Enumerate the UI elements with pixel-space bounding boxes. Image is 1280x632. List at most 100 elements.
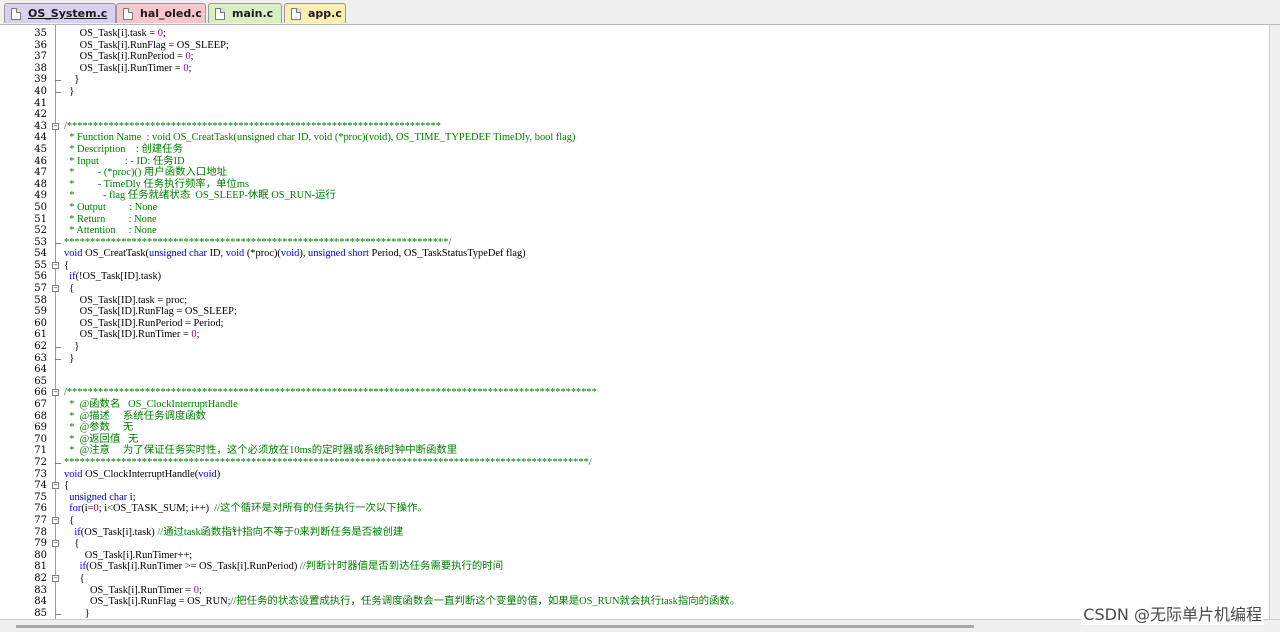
keyword: for	[69, 503, 82, 515]
code-lines[interactable]: 35 OS_Task[i].task = 0; 36 OS_Task[i].Run…	[0, 28, 1270, 619]
code-line[interactable]: 85 }	[0, 608, 1270, 619]
code-line[interactable]: 53 **************************************…	[0, 237, 1270, 249]
comment: * Return : None	[64, 213, 157, 225]
code-line[interactable]: 68 * @描述 系统任务调度函数	[0, 411, 1270, 423]
code-line[interactable]: 67 * @函数名 OS_ClockInterruptHandle	[0, 399, 1270, 411]
code-token: i;	[127, 491, 136, 503]
code-line[interactable]: 61 OS_Task[ID].RunTimer = 0;	[0, 329, 1270, 341]
code-token: OS_Task[i].RunPeriod =	[64, 51, 186, 63]
vertical-scrollbar[interactable]	[1269, 25, 1280, 619]
keyword: void	[280, 248, 300, 260]
code-line[interactable]: 65	[0, 376, 1270, 388]
code-token: )	[216, 468, 221, 480]
keyword: void	[225, 248, 245, 260]
keyword: void	[198, 468, 217, 480]
code-line[interactable]: 78 if(OS_Task[i].task) //通过task函数指针指向不等于…	[0, 527, 1270, 539]
code-line[interactable]: 81 if(OS_Task[i].RunTimer >= OS_Task[i].…	[0, 561, 1270, 573]
fold-end-icon	[55, 91, 61, 93]
tab-hal-oled-c[interactable]: hal_oled.c	[116, 3, 206, 23]
code-line[interactable]: 80 OS_Task[i].RunTimer++;	[0, 550, 1270, 562]
c-file-icon	[291, 7, 301, 20]
code-line[interactable]: 76 for(i=0; i<OS_TASK_SUM; i++) //这个循环是对…	[0, 503, 1270, 515]
tab-main-c[interactable]: main.c	[208, 3, 282, 23]
line-number: 46	[34, 155, 47, 167]
code-text: }	[64, 341, 79, 353]
comment: * @注意 为了保证任务实时性，这个必须放在10ms的定时器或系统时钟中断函数里	[64, 445, 458, 457]
code-text: * - TimeDly 任务执行频率，单位ms	[64, 179, 249, 191]
line-number: 84	[34, 596, 47, 608]
code-line[interactable]: 37 OS_Task[i].RunPeriod = 0;	[0, 51, 1270, 63]
code-token: OS_Task[ID].task = proc;	[64, 294, 188, 306]
fold-collapse-icon[interactable]: −	[52, 261, 59, 269]
code-line[interactable]: 77− {	[0, 515, 1270, 527]
comment: /***************************************…	[64, 387, 597, 399]
comment: * Function Name : void OS_CreatTask(unsi…	[64, 132, 576, 144]
code-line[interactable]: 73 void OS_ClockInterruptHandle(void)	[0, 469, 1270, 481]
fold-collapse-icon[interactable]: −	[52, 389, 59, 397]
code-line[interactable]: 62 }	[0, 341, 1270, 353]
code-text: {	[64, 480, 69, 492]
fold-collapse-icon[interactable]: −	[52, 285, 59, 293]
code-text: OS_Task[ID].RunTimer = 0;	[64, 329, 200, 341]
fold-end-icon	[55, 613, 61, 615]
code-line[interactable]: 69 * @参数 无	[0, 422, 1270, 434]
code-line[interactable]: 49 * - flag 任务就绪状态 OS_SLEEP-休眠 OS_RUN-运行	[0, 190, 1270, 202]
code-line[interactable]: 44 * Function Name : void OS_CreatTask(u…	[0, 132, 1270, 144]
code-line[interactable]: 45 * Description : 创建任务	[0, 144, 1270, 156]
code-line[interactable]: 57− {	[0, 283, 1270, 295]
code-line[interactable]: 36 OS_Task[i].RunFlag = OS_SLEEP;	[0, 40, 1270, 52]
code-line[interactable]: 58 OS_Task[ID].task = proc;	[0, 295, 1270, 307]
code-line[interactable]: 41	[0, 98, 1270, 110]
tab-app-c[interactable]: app.c	[284, 3, 346, 23]
line-number: 61	[34, 329, 47, 341]
code-text: {	[64, 573, 85, 585]
fold-collapse-icon[interactable]: −	[52, 482, 59, 490]
code-line[interactable]: 48 * - TimeDly 任务执行频率，单位ms	[0, 179, 1270, 191]
code-line[interactable]: 42	[0, 109, 1270, 121]
code-line[interactable]: 70 * @返回值 无	[0, 434, 1270, 446]
fold-collapse-icon[interactable]: −	[52, 574, 59, 582]
code-token: OS_Task[i].RunTimer =	[64, 584, 194, 596]
code-line[interactable]: 39 }	[0, 74, 1270, 86]
code-line[interactable]: 64	[0, 364, 1270, 376]
code-token: }	[64, 352, 75, 364]
code-text: {	[64, 538, 79, 550]
code-line[interactable]: 50 * Output : None	[0, 202, 1270, 214]
code-line[interactable]: 35 OS_Task[i].task = 0;	[0, 28, 1270, 40]
code-line[interactable]: 51 * Return : None	[0, 214, 1270, 226]
code-line[interactable]: 38 OS_Task[i].RunTimer = 0;	[0, 63, 1270, 75]
code-line[interactable]: 71 * @注意 为了保证任务实时性，这个必须放在10ms的定时器或系统时钟中断…	[0, 445, 1270, 457]
comment: * - flag 任务就绪状态 OS_SLEEP-休眠 OS_RUN-运行	[64, 190, 336, 202]
line-number: 64	[34, 364, 47, 376]
horizontal-scroll-thumb[interactable]	[16, 625, 974, 628]
code-text: /***************************************…	[64, 121, 441, 133]
code-line[interactable]: 60 OS_Task[ID].RunPeriod = Period;	[0, 318, 1270, 330]
code-line[interactable]: 74−{	[0, 480, 1270, 492]
code-line[interactable]: 54 void OS_CreatTask(unsigned char ID, vo…	[0, 248, 1270, 260]
code-line[interactable]: 47 * - (*proc)() 用户函数入口地址	[0, 167, 1270, 179]
code-line[interactable]: 43−/************************************…	[0, 121, 1270, 133]
tab-os-system-c[interactable]: OS_System.c	[4, 3, 116, 23]
code-line[interactable]: 84 OS_Task[i].RunFlag = OS_RUN;//把任务的状态设…	[0, 596, 1270, 608]
code-line[interactable]: 46 * Input : - ID: 任务ID	[0, 156, 1270, 168]
code-line[interactable]: 55−{	[0, 260, 1270, 272]
fold-collapse-icon[interactable]: −	[52, 122, 59, 130]
code-line[interactable]: 56 if(!OS_Task[ID].task)	[0, 271, 1270, 283]
code-line[interactable]: 83 OS_Task[i].RunTimer = 0;	[0, 585, 1270, 597]
code-line[interactable]: 59 OS_Task[ID].RunFlag = OS_SLEEP;	[0, 306, 1270, 318]
fold-collapse-icon[interactable]: −	[52, 516, 59, 524]
code-line[interactable]: 79− {	[0, 538, 1270, 550]
code-line[interactable]: 63 }	[0, 353, 1270, 365]
code-token: OS_Task[i].RunFlag = OS_RUN;	[64, 596, 231, 608]
code-line[interactable]: 40 }	[0, 86, 1270, 98]
code-line[interactable]: 66−/************************************…	[0, 387, 1270, 399]
code-line[interactable]: 72 **************************************…	[0, 457, 1270, 469]
code-text: OS_Task[i].RunTimer = 0;	[64, 63, 192, 75]
code-line[interactable]: 75 unsigned char i;	[0, 492, 1270, 504]
fold-collapse-icon[interactable]: −	[52, 540, 59, 548]
tab-label: app.c	[308, 7, 342, 20]
code-editor[interactable]: 35 OS_Task[i].task = 0; 36 OS_Task[i].Run…	[0, 25, 1270, 619]
code-text: * - (*proc)() 用户函数入口地址	[64, 167, 227, 179]
code-line[interactable]: 52 * Attention : None	[0, 225, 1270, 237]
code-line[interactable]: 82− {	[0, 573, 1270, 585]
